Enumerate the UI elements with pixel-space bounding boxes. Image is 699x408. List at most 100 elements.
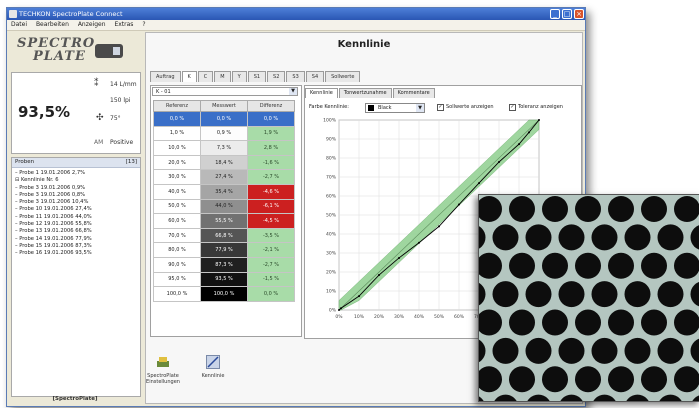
y-tick-label: 50% bbox=[326, 213, 337, 219]
tab-s4[interactable]: S4 bbox=[305, 71, 325, 82]
table-row[interactable]: 0,0 % 0,0 % 0,0 % bbox=[153, 111, 295, 127]
tab-m[interactable]: M bbox=[214, 71, 231, 82]
tree-item[interactable]: – Probe 3 19.01.2006 10,4% bbox=[15, 199, 140, 206]
table-row[interactable]: 60,0 % 55,5 % -4,5 % bbox=[153, 213, 295, 229]
table-row[interactable]: 100,0 % 100,0 % 0,0 % bbox=[153, 286, 295, 302]
tab-sollwerte[interactable]: Sollwerte bbox=[325, 71, 361, 82]
menu-help[interactable]: ? bbox=[142, 21, 145, 28]
data-point bbox=[478, 182, 480, 185]
halftone-dot bbox=[479, 396, 484, 401]
halftone-dot bbox=[624, 281, 651, 308]
measurement-select[interactable]: K - 01 ▼ bbox=[152, 87, 298, 96]
halftone-dot bbox=[624, 337, 651, 364]
tab-k[interactable]: K bbox=[181, 71, 197, 82]
col-header-difference: Differenz bbox=[247, 100, 295, 112]
halftone-dot bbox=[542, 196, 568, 222]
table-row[interactable]: 20,0 % 18,4 % -1,6 % bbox=[153, 154, 295, 171]
table-row[interactable]: 90,0 % 87,3 % -2,7 % bbox=[153, 256, 295, 273]
halftone-dot bbox=[492, 224, 519, 251]
menu-anzeigen[interactable]: Anzeigen bbox=[78, 21, 106, 28]
tab-tonwertzunahme[interactable]: Tonwertzunahme bbox=[338, 88, 392, 98]
tab-kennlinie[interactable]: Kennlinie bbox=[305, 88, 338, 98]
tree-item[interactable]: ⊟ Kennlinie Nr. 6 bbox=[15, 177, 140, 184]
tree-item[interactable]: – Probe 15 19.01.2006 87,3% bbox=[15, 243, 140, 250]
table-row[interactable]: 30,0 % 27,4 % -2,7 % bbox=[153, 169, 295, 185]
halftone-dot bbox=[593, 394, 616, 401]
minimize-button[interactable]: _ bbox=[550, 9, 560, 19]
halftone-dot bbox=[525, 224, 552, 251]
tree-item[interactable]: – Probe 12 19.01.2006 55,8% bbox=[15, 221, 140, 228]
close-button[interactable]: × bbox=[574, 9, 584, 19]
halftone-dot bbox=[641, 196, 667, 222]
table-cell-difference: 1,9 % bbox=[247, 125, 295, 142]
settings-label-line2: Einstellungen bbox=[146, 379, 180, 385]
halftone-dot bbox=[690, 225, 699, 250]
maximize-button[interactable]: □ bbox=[562, 9, 572, 19]
halftone-dot bbox=[575, 366, 601, 393]
halftone-dot bbox=[690, 338, 699, 364]
table-cell-difference: -2,7 % bbox=[247, 169, 295, 185]
tree-item[interactable]: – Probe 3 19.01.2006 0,9% bbox=[15, 185, 140, 192]
sample-tree: Proben [13] – Probe 1 19.01.2006 2,7% ⊟ K… bbox=[11, 157, 141, 397]
y-tick-label: 0% bbox=[329, 308, 337, 314]
tab-kommentare[interactable]: Kommentare bbox=[392, 88, 435, 98]
halftone-dots bbox=[479, 196, 699, 401]
color-select[interactable]: Black ▼ bbox=[365, 103, 425, 113]
toleranz-label: Toleranz anzeigen bbox=[518, 104, 563, 110]
chevron-down-icon[interactable]: ▼ bbox=[416, 104, 424, 112]
tab-c[interactable]: C bbox=[197, 71, 214, 82]
tree-header: Proben [13] bbox=[12, 158, 140, 168]
tab-s2[interactable]: S2 bbox=[267, 71, 286, 82]
halftone-dot bbox=[558, 224, 585, 251]
table-row[interactable]: 50,0 % 44,0 % -6,1 % bbox=[153, 198, 295, 215]
halftone-dot bbox=[479, 226, 486, 249]
table-row[interactable]: 1,0 % 0,9 % 1,9 % bbox=[153, 125, 295, 142]
tree-item[interactable]: – Probe 13 19.01.2006 66,8% bbox=[15, 228, 140, 235]
tree-item[interactable]: – Probe 11 19.01.2006 44,0% bbox=[15, 214, 140, 221]
tab-s3[interactable]: S3 bbox=[286, 71, 305, 82]
tree-item[interactable]: – Probe 3 19.01.2006 0,8% bbox=[15, 192, 140, 199]
tree-item[interactable]: – Probe 10 19.01.2006 27,4% bbox=[15, 206, 140, 213]
table-cell-difference: 2,8 % bbox=[247, 140, 295, 156]
menu-bearbeiten[interactable]: Bearbeiten bbox=[36, 21, 69, 28]
measurement-panel: 93,5% ⁑ 14 L/mm 150 lpi ✣ 75° AM Positiv… bbox=[11, 72, 141, 154]
table-row[interactable]: 10,0 % 7,3 % 2,8 % bbox=[153, 140, 295, 156]
angle-value: 75° bbox=[110, 115, 121, 122]
data-point bbox=[438, 225, 440, 228]
table-row[interactable]: 40,0 % 35,4 % -4,6 % bbox=[153, 183, 295, 200]
y-tick-label: 30% bbox=[326, 251, 337, 257]
tab-s1[interactable]: S1 bbox=[247, 71, 267, 82]
halftone-dot bbox=[657, 281, 684, 308]
halftone-dot bbox=[659, 394, 682, 401]
halftone-dot bbox=[608, 309, 634, 336]
sollwerte-checkbox[interactable]: ✓ bbox=[437, 104, 444, 111]
toleranz-checkbox[interactable]: ✓ bbox=[509, 104, 516, 111]
table-cell-reference: 10,0 % bbox=[153, 140, 201, 156]
table-cell-measured: 66,8 % bbox=[200, 227, 248, 244]
table-cell-difference: -3,5 % bbox=[247, 227, 295, 244]
table-row[interactable]: 80,0 % 77,9 % -2,1 % bbox=[153, 242, 295, 258]
table-row[interactable]: 95,0 % 93,5 % -1,5 % bbox=[153, 271, 295, 288]
table-row[interactable]: 70,0 % 66,8 % -3,5 % bbox=[153, 227, 295, 244]
tree-item[interactable]: – Probe 16 19.01.2006 93,5% bbox=[15, 250, 140, 257]
halftone-dot bbox=[542, 309, 568, 336]
table-cell-reference: 50,0 % bbox=[153, 198, 201, 215]
chevron-down-icon[interactable]: ▼ bbox=[289, 88, 297, 95]
halftone-dot bbox=[558, 337, 585, 364]
kennlinie-icon[interactable] bbox=[206, 355, 220, 369]
settings-icon[interactable] bbox=[156, 355, 170, 369]
col-header-measured: Messwert bbox=[200, 100, 248, 112]
tree-item[interactable]: – Probe 1 19.01.2006 2,7% bbox=[15, 170, 140, 177]
tab-y[interactable]: Y bbox=[231, 71, 247, 82]
app-icon bbox=[9, 10, 17, 18]
table-cell-measured: 0,9 % bbox=[200, 125, 248, 142]
tab-auftrag[interactable]: Auftrag bbox=[150, 71, 181, 82]
menu-datei[interactable]: Datei bbox=[11, 21, 27, 28]
table-cell-measured: 35,4 % bbox=[200, 183, 248, 200]
title-bar[interactable]: TECHKON SpectroPlate Connect _ □ × bbox=[7, 8, 585, 20]
tree-item[interactable]: – Probe 14 19.01.2006 77,9% bbox=[15, 236, 140, 243]
menu-extras[interactable]: Extras bbox=[114, 21, 133, 28]
halftone-dot bbox=[479, 282, 486, 306]
y-tick-label: 60% bbox=[326, 194, 337, 200]
data-point bbox=[518, 143, 520, 146]
